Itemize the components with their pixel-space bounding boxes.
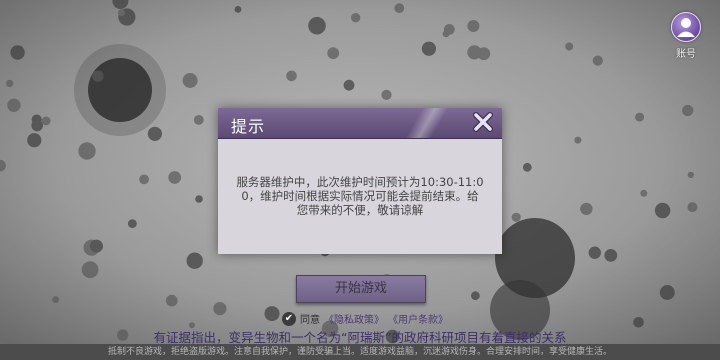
microbe-cell: [147, 126, 162, 141]
close-x-icon: [473, 112, 493, 132]
microbe-cell: [654, 202, 671, 219]
dialog-body: 服务器维护中，此次维护时间预计为10:30-11:00，维护时间根据实际情况可能…: [218, 139, 502, 254]
microbe-cell: [193, 115, 204, 125]
header-decoration: [392, 108, 462, 138]
start-game-button[interactable]: 开始游戏: [296, 275, 426, 303]
microbe-cell: [127, 219, 137, 229]
microbe-cell: [687, 202, 698, 213]
microbe-cell: [511, 212, 521, 222]
microbe-cell: [213, 302, 227, 316]
microbe-cell: [442, 30, 450, 38]
close-button[interactable]: [472, 111, 494, 133]
microbe-cell: [394, 3, 405, 14]
microbe-cell: [580, 202, 593, 216]
microbe-cell: [27, 133, 42, 148]
microbe-cell: [471, 291, 480, 301]
microbe-cell: [308, 16, 326, 35]
microbe-cell: [166, 294, 178, 307]
user-icon: [671, 12, 701, 42]
microbe-cell: [195, 195, 203, 203]
account-label: 账号: [676, 49, 696, 60]
microbe-cell: [78, 142, 96, 160]
microbe-cell: [381, 89, 392, 100]
microbe-cell: [81, 261, 99, 279]
microbe-cell: [7, 98, 21, 113]
microbe-cell: [604, 249, 618, 262]
account-button[interactable]: 账号: [668, 12, 704, 60]
microbe-cell: [168, 171, 182, 184]
microbe-cell: [234, 5, 242, 13]
notice-dialog: 提示 服务器维护中，此次维护时间预计为10:30-11:00，维护时间根据实际情…: [218, 108, 502, 254]
dialog-message: 服务器维护中，此次维护时间预计为10:30-11:00，维护时间根据实际情况可能…: [236, 175, 484, 217]
microbe-cell: [588, 246, 601, 259]
microbe-cell: [467, 45, 482, 60]
microbe-cell: [186, 252, 203, 269]
microbe-cell: [640, 189, 648, 197]
microbe-cell: [467, 20, 480, 32]
microbe-cell: [10, 45, 25, 60]
microbe-cell: [327, 47, 340, 60]
microbe-cell: [592, 55, 603, 66]
microbe-cell: [117, 9, 125, 17]
health-notice-footer: 抵制不良游戏，拒绝盗版游戏。注意自我保护，谨防受骗上当。适度游戏益脑，沉迷游戏伤…: [0, 344, 720, 360]
microbe-cell: [92, 70, 104, 82]
checkmark-icon[interactable]: ✔: [282, 311, 296, 326]
microbe-cell: [264, 306, 280, 322]
microbe-cell: [343, 79, 355, 91]
microbe-cell: [659, 285, 675, 300]
microbe-cell: [565, 42, 574, 51]
microbe-cell: [421, 41, 436, 56]
microbe-cell: [286, 70, 297, 82]
microbe-cell: [182, 73, 198, 88]
microbe-cell: [522, 162, 532, 172]
microbe-cell: [633, 317, 644, 328]
agree-prefix: 同意: [300, 315, 320, 326]
microbe-cell: [52, 296, 60, 304]
microbe-cell: [131, 100, 138, 107]
microbe-cell: [687, 171, 694, 179]
microbe-cell: [31, 114, 42, 125]
microbe-cell: [351, 13, 361, 23]
microbe-cell: [41, 116, 51, 126]
agreement-row: ✔ 同意 《隐私政策》 《用户条款》: [282, 311, 448, 326]
dialog-title: 提示: [231, 117, 266, 136]
microbe-cell: [139, 174, 150, 185]
microbe-cell: [574, 136, 582, 144]
microbe-cell: [635, 112, 645, 122]
user-terms-link[interactable]: 《用户条款》: [388, 311, 448, 326]
microbe-cell: [90, 239, 103, 253]
dialog-header: 提示: [218, 108, 502, 139]
privacy-policy-link[interactable]: 《隐私政策》: [324, 311, 384, 326]
microbe-cell: [6, 79, 14, 88]
microbe-cell: [682, 104, 694, 117]
